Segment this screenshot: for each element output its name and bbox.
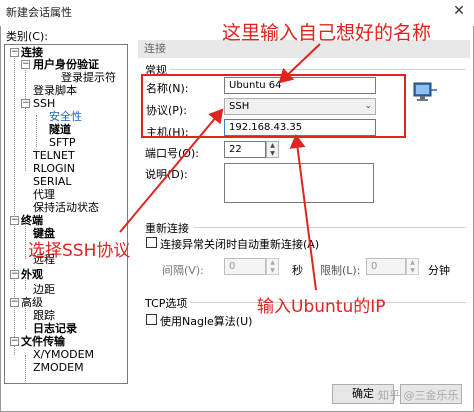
arrow-protocol bbox=[119, 108, 224, 233]
arrow-ip bbox=[289, 134, 317, 291]
arrow-name bbox=[278, 43, 321, 84]
annotation-arrows bbox=[119, 43, 321, 291]
